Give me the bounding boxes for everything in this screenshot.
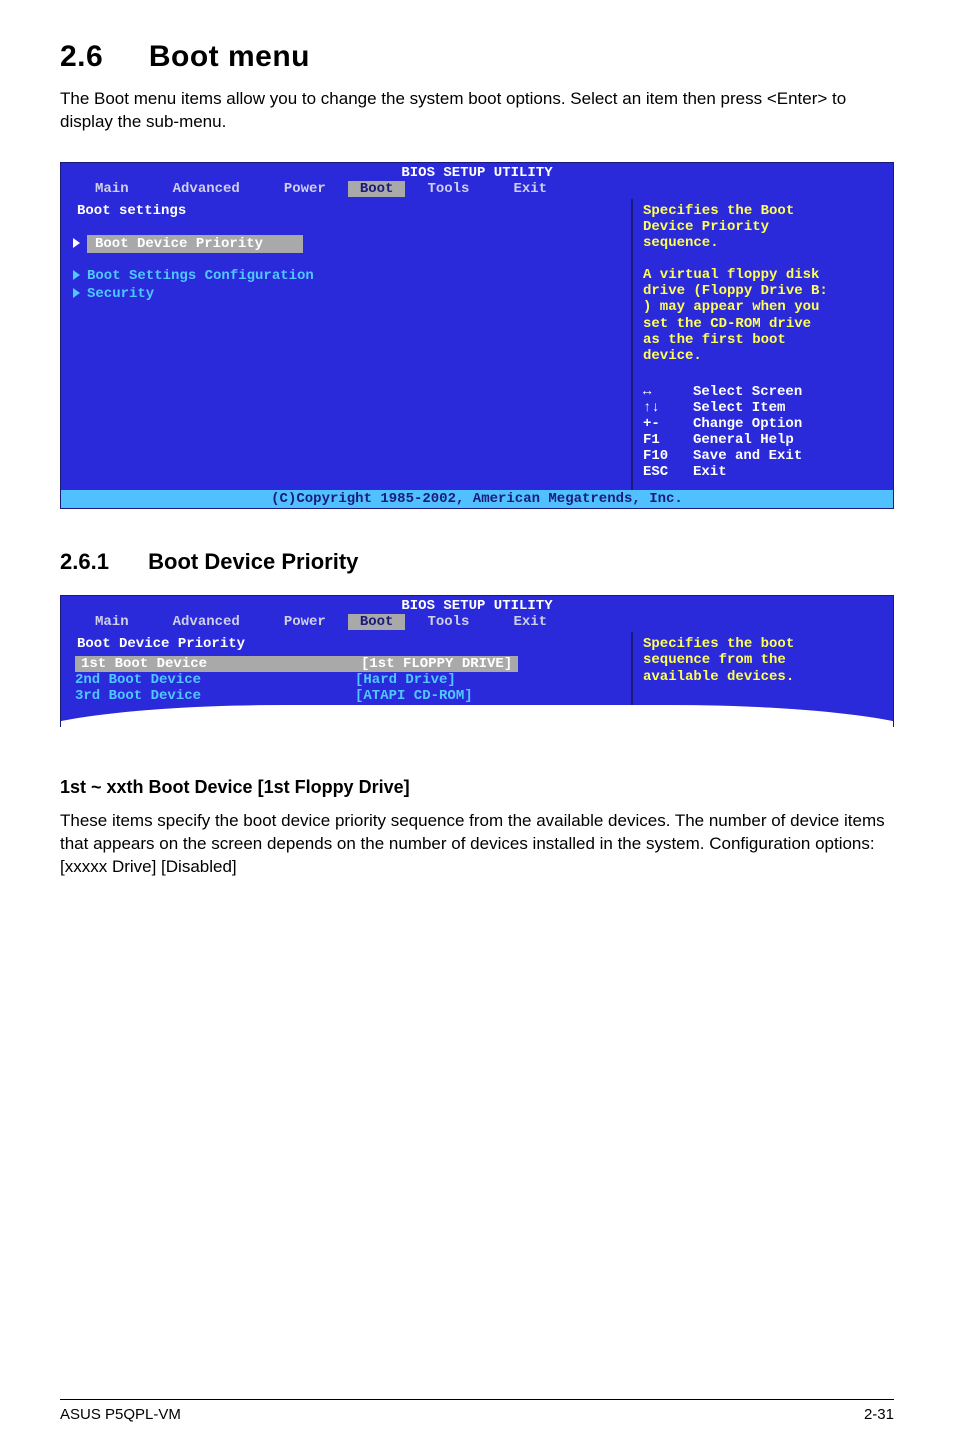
submenu-arrow-icon bbox=[73, 288, 80, 298]
bios-main-panel: Boot settings Boot Device Priority Boot … bbox=[61, 199, 633, 491]
bios-tab-main[interactable]: Main bbox=[73, 181, 151, 197]
bios-tab-advanced[interactable]: Advanced bbox=[151, 181, 262, 197]
boot-device-key: 1st Boot Device bbox=[75, 656, 355, 672]
key-action: Change Option bbox=[693, 416, 802, 432]
key-action: General Help bbox=[693, 432, 794, 448]
bios-tab-main[interactable]: Main bbox=[73, 614, 151, 630]
boot-device-row-2[interactable]: 2nd Boot Device [Hard Drive] bbox=[71, 672, 621, 688]
bios-screenshot-boot-priority: BIOS SETUP UTILITY Main Advanced Power B… bbox=[60, 595, 894, 727]
bios-tab-bar: Main Advanced Power Boot Tools Exit bbox=[61, 181, 893, 199]
menu-item-label: Boot Settings Configuration bbox=[87, 268, 314, 284]
bios-tab-boot[interactable]: Boot bbox=[348, 614, 406, 630]
key-action: Select Screen bbox=[693, 384, 802, 400]
bios-screenshot-boot-settings: BIOS SETUP UTILITY Main Advanced Power B… bbox=[60, 162, 894, 510]
section-title: Boot menu bbox=[149, 40, 310, 73]
bios-help-text: Specifies the boot sequence from the ava… bbox=[643, 636, 885, 684]
key-label: F10 bbox=[643, 448, 693, 464]
bios-tab-exit[interactable]: Exit bbox=[491, 181, 569, 197]
menu-item-boot-device-priority[interactable]: Boot Device Priority bbox=[87, 235, 303, 253]
submenu-arrow-icon bbox=[73, 238, 80, 248]
boot-device-row-3[interactable]: 3rd Boot Device [ATAPI CD-ROM] bbox=[71, 688, 621, 704]
subsection-number: 2.6.1 bbox=[60, 549, 142, 575]
bios-key-legend: ↔Select Screen ↑↓Select Item +-Change Op… bbox=[643, 384, 885, 481]
bios-title: BIOS SETUP UTILITY bbox=[61, 163, 893, 181]
bios-tab-exit[interactable]: Exit bbox=[491, 614, 569, 630]
menu-item-label: Security bbox=[87, 286, 154, 302]
key-label: F1 bbox=[643, 432, 693, 448]
bios-tab-power[interactable]: Power bbox=[262, 181, 348, 197]
boot-device-row-1[interactable]: 1st Boot Device [1st FLOPPY DRIVE] bbox=[71, 656, 621, 672]
footer-left: ASUS P5QPL-VM bbox=[60, 1406, 181, 1423]
option-heading: 1st ~ xxth Boot Device [1st Floppy Drive… bbox=[60, 777, 894, 798]
option-description: These items specify the boot device prio… bbox=[60, 810, 894, 879]
bios-footer: (C)Copyright 1985-2002, American Megatre… bbox=[61, 490, 893, 508]
boot-device-key: 2nd Boot Device bbox=[75, 672, 355, 688]
boot-device-key: 3rd Boot Device bbox=[75, 688, 355, 704]
key-label: +- bbox=[643, 416, 693, 432]
key-label: ESC bbox=[643, 464, 693, 480]
bios-tab-boot[interactable]: Boot bbox=[348, 181, 406, 197]
bios-tab-tools[interactable]: Tools bbox=[405, 181, 491, 197]
menu-item-security[interactable]: Security bbox=[71, 285, 621, 303]
key-action: Save and Exit bbox=[693, 448, 802, 464]
bios-panel-heading: Boot Device Priority bbox=[77, 636, 621, 652]
boot-device-value: [1st FLOPPY DRIVE] bbox=[355, 656, 518, 672]
bios-tab-advanced[interactable]: Advanced bbox=[151, 614, 262, 630]
bios-help-text: Specifies the Boot Device Priority seque… bbox=[643, 203, 885, 364]
section-intro: The Boot menu items allow you to change … bbox=[60, 88, 894, 134]
key-label: ↑↓ bbox=[643, 400, 693, 416]
footer-right: 2-31 bbox=[864, 1406, 894, 1423]
crop-curve bbox=[60, 705, 894, 727]
key-label: ↔ bbox=[643, 384, 693, 400]
boot-device-value: [ATAPI CD-ROM] bbox=[355, 688, 473, 704]
bios-tab-power[interactable]: Power bbox=[262, 614, 348, 630]
section-heading: 2.6 Boot menu bbox=[60, 40, 894, 74]
page-footer: ASUS P5QPL-VM 2-31 bbox=[60, 1399, 894, 1423]
bios-title: BIOS SETUP UTILITY bbox=[61, 596, 893, 614]
key-action: Exit bbox=[693, 464, 727, 480]
key-action: Select Item bbox=[693, 400, 785, 416]
bios-help-panel: Specifies the Boot Device Priority seque… bbox=[633, 199, 893, 491]
bios-panel-heading: Boot settings bbox=[77, 203, 621, 219]
bios-tab-tools[interactable]: Tools bbox=[405, 614, 491, 630]
bios-tab-bar: Main Advanced Power Boot Tools Exit bbox=[61, 614, 893, 632]
submenu-arrow-icon bbox=[73, 270, 80, 280]
menu-item-boot-settings-config[interactable]: Boot Settings Configuration bbox=[71, 267, 621, 285]
subsection-heading: 2.6.1 Boot Device Priority bbox=[60, 549, 894, 575]
section-number: 2.6 bbox=[60, 40, 140, 74]
subsection-title: Boot Device Priority bbox=[148, 549, 358, 574]
boot-device-value: [Hard Drive] bbox=[355, 672, 456, 688]
